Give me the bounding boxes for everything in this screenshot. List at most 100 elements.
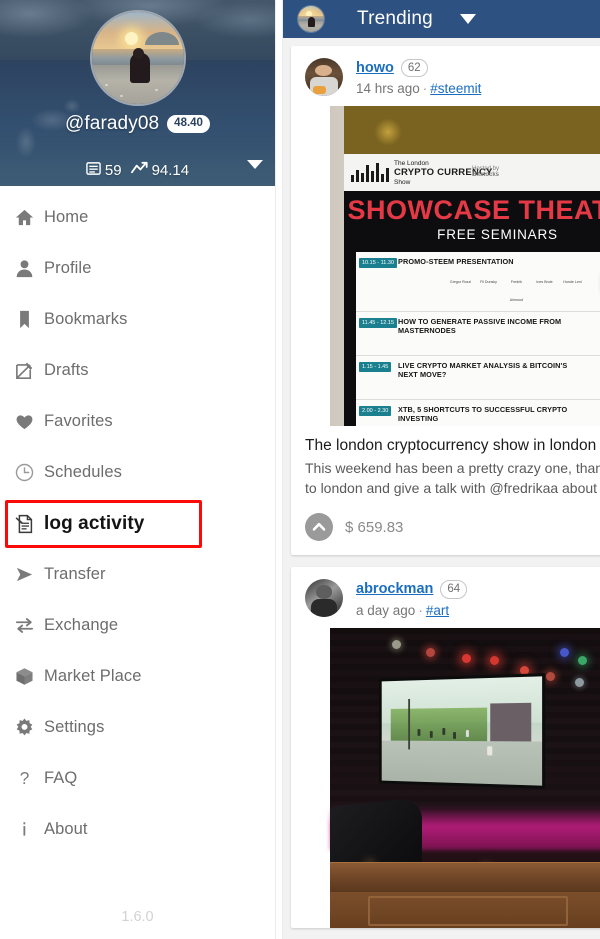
post-subline: a day ago · #art — [356, 603, 467, 618]
poster-subheadline: FREE SEMINARS — [437, 227, 558, 243]
stage-light — [462, 653, 471, 663]
trending-up-icon — [130, 161, 148, 180]
speaker-name: Gregor Rozzi — [449, 279, 472, 284]
post-header: abrockman 64 a day ago · #art — [291, 567, 600, 621]
sidebar-item-settings[interactable]: Settings — [0, 702, 275, 753]
schedule-row: 1.15 - 1.45 LIVE CRYPTO MARKET ANALYSIS … — [356, 356, 600, 400]
post-author-row: abrockman 64 — [356, 580, 468, 599]
stage-light — [575, 677, 584, 687]
projection-screen — [379, 672, 546, 789]
post-author[interactable]: abrockman — [356, 581, 433, 597]
person-icon — [14, 258, 44, 279]
posts-stat: 59 — [86, 161, 122, 180]
post-payout: $ 659.83 — [345, 518, 404, 536]
sidebar-item-home[interactable]: Home — [0, 192, 275, 243]
sidebar-item-label: Schedules — [44, 463, 122, 481]
topbar-avatar[interactable] — [297, 5, 325, 33]
upvote-arrow-icon[interactable] — [305, 513, 333, 542]
speaker-name: Fil Dunsky — [480, 279, 497, 284]
speaker-name: Ines Brule — [536, 279, 553, 284]
post-tag[interactable]: #art — [426, 603, 449, 618]
author-avatar[interactable] — [305, 58, 343, 96]
poster-host-name: Bitstocks — [472, 172, 500, 179]
screen-ground — [381, 740, 543, 786]
sidebar-scrollbar[interactable] — [275, 0, 283, 939]
post-tag[interactable]: #steemit — [430, 81, 481, 96]
stage-light — [426, 647, 435, 657]
poster-schedule: 10.15 - 11.30 PROMO-STEEM PRESENTATION G… — [356, 252, 600, 427]
log-document-icon — [14, 513, 44, 535]
sidebar-item-faq[interactable]: ? FAQ — [0, 753, 275, 804]
post-image[interactable]: The London CRYPTO CURRENCY Show Hosted b… — [291, 106, 600, 427]
stage-photo — [330, 627, 600, 928]
chevron-down-icon[interactable] — [247, 160, 263, 169]
speaker: Hunde Leni — [562, 270, 584, 306]
topbar-avatar-person — [308, 17, 316, 28]
poster-logo-bar: The London CRYPTO CURRENCY Show Hosted b… — [344, 154, 600, 192]
sidebar-item-transfer[interactable]: Transfer — [0, 549, 275, 600]
sidebar-item-label: Settings — [44, 718, 105, 736]
sidebar-item-log-activity[interactable]: log activity — [0, 498, 275, 549]
avatar[interactable] — [90, 10, 186, 106]
post-separator: · — [418, 602, 423, 618]
post-meta: howo 62 14 hrs ago · #steemit — [356, 58, 481, 96]
schedule-title: LIVE CRYPTO MARKET ANALYSIS & BITCOIN'S … — [398, 360, 568, 380]
sidebar-item-label: Transfer — [44, 565, 106, 583]
speaker-name: Hunde Leni — [563, 279, 582, 284]
avatar-speck — [119, 94, 123, 97]
feed-filter-title[interactable]: Trending — [357, 8, 433, 30]
post-image[interactable] — [291, 627, 600, 928]
post-author[interactable]: howo — [356, 60, 394, 76]
schedule-row: 11.45 - 12.15 HOW TO GENERATE PASSIVE IN… — [356, 312, 600, 356]
sidebar-item-about[interactable]: About — [0, 804, 275, 855]
schedule-time: 10.15 - 11.30 — [359, 258, 398, 269]
stage-light — [490, 655, 499, 665]
poster-photo: The London CRYPTO CURRENCY Show Hosted b… — [330, 106, 600, 427]
post-card[interactable]: howo 62 14 hrs ago · #steemit The London… — [291, 46, 600, 556]
screen-pole — [408, 698, 410, 749]
chevron-down-icon[interactable] — [459, 14, 476, 24]
schedule-time: 2.00 - 2.30 — [359, 405, 392, 416]
post-card[interactable]: abrockman 64 a day ago · #art — [291, 567, 600, 928]
stage-floor — [330, 861, 600, 892]
post-feed[interactable]: howo 62 14 hrs ago · #steemit The London… — [283, 38, 600, 939]
schedule-row: 2.00 - 2.30 XTB, 5 SHORTCUTS TO SUCCESSF… — [356, 400, 600, 427]
post-title[interactable]: The london cryptocurrency show in london… — [291, 426, 600, 455]
stage-light — [546, 671, 555, 681]
home-icon — [14, 207, 44, 228]
sidebar-item-favorites[interactable]: Favorites — [0, 396, 275, 447]
sidebar-item-bookmarks[interactable]: Bookmarks — [0, 294, 275, 345]
profile-header[interactable]: @farady08 48.40 59 94.14 — [0, 0, 275, 186]
heart-icon — [14, 411, 44, 432]
post-age: 14 hrs ago — [356, 81, 420, 97]
sidebar-item-label: About — [44, 820, 88, 838]
sidebar-item-profile[interactable]: Profile — [0, 243, 275, 294]
sidebar-item-label: FAQ — [44, 769, 78, 787]
poster-coin-banner — [344, 106, 600, 155]
info-icon — [14, 819, 44, 840]
sidebar-item-label: Profile — [44, 259, 92, 277]
cube-icon — [14, 666, 44, 687]
main-content: Trending howo 62 14 hrs ago · #steemit T… — [283, 0, 600, 939]
gear-icon — [14, 717, 44, 738]
reputation-badge: 48.40 — [167, 115, 210, 133]
app-version: 1.6.0 — [121, 909, 154, 925]
sidebar-item-schedules[interactable]: Schedules — [0, 447, 275, 498]
author-avatar[interactable] — [305, 579, 343, 618]
post-footer: $ 659.83 — [291, 499, 600, 555]
speaker: Fredrik Almroud — [506, 270, 528, 306]
list-icon — [86, 161, 101, 180]
sidebar-item-drafts[interactable]: Drafts — [0, 345, 275, 396]
stage-light — [578, 655, 587, 665]
svg-text:?: ? — [20, 768, 30, 788]
schedule-row: 10.15 - 11.30 PROMO-STEEM PRESENTATION G… — [356, 252, 600, 312]
edit-square-icon — [14, 360, 44, 381]
post-age: a day ago — [356, 602, 416, 618]
schedule-title: HOW TO GENERATE PASSIVE INCOME FROM MAST… — [398, 316, 562, 336]
power-stat: 94.14 — [130, 161, 189, 180]
sidebar-item-market-place[interactable]: Market Place — [0, 651, 275, 702]
sidebar-item-exchange[interactable]: Exchange — [0, 600, 275, 651]
bookmark-icon — [14, 309, 44, 330]
profile-handle-row: @farady08 48.40 — [0, 113, 275, 135]
sidebar-item-label: Drafts — [44, 361, 89, 379]
